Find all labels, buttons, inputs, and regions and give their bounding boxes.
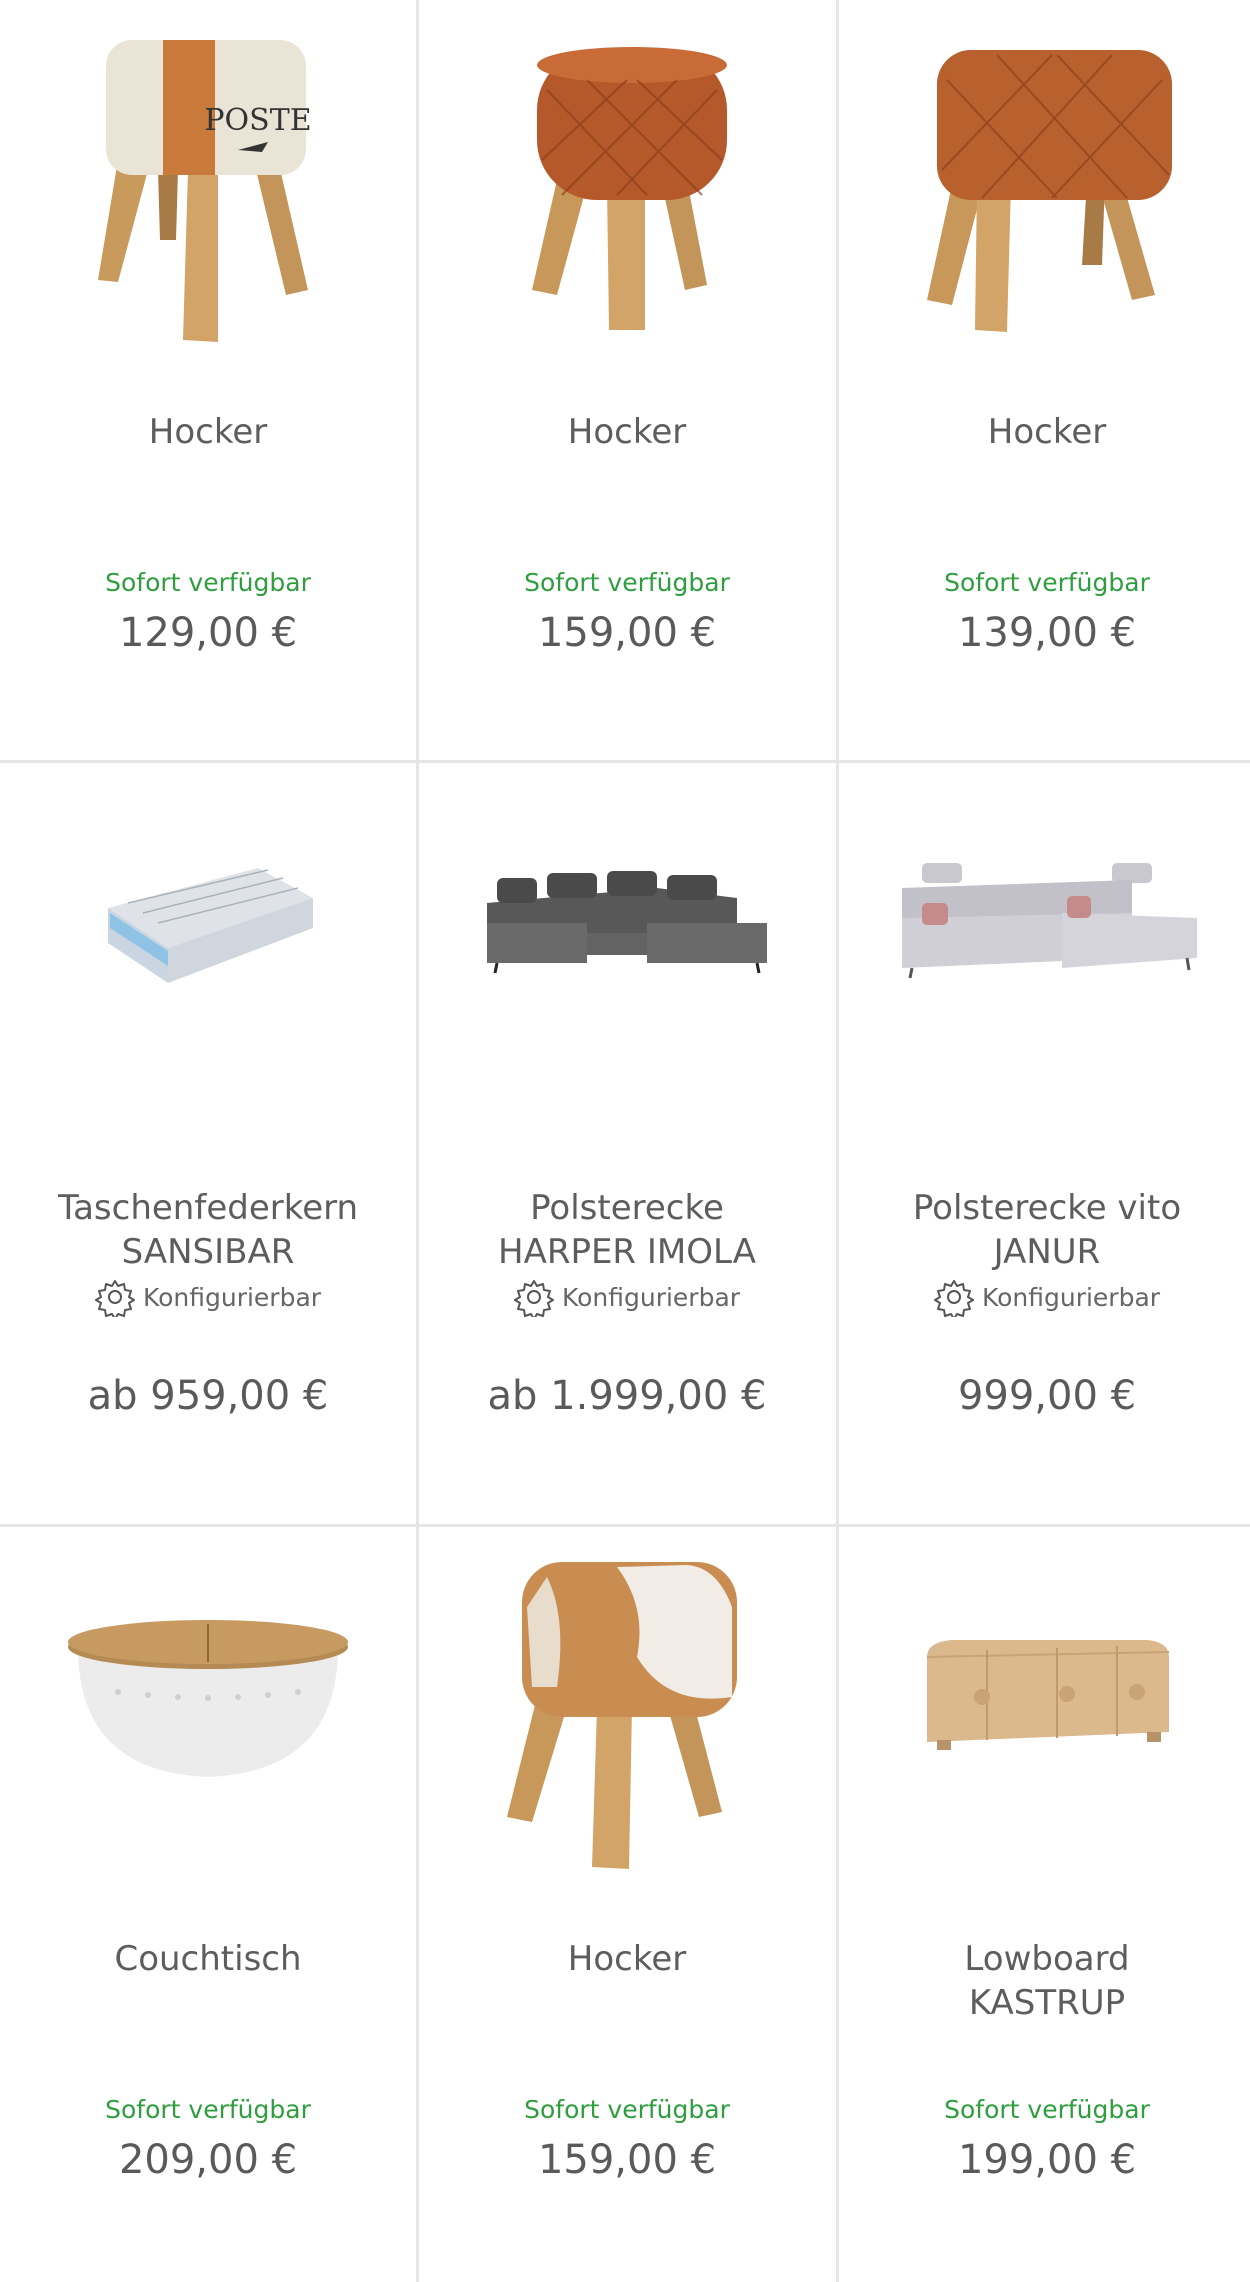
product-name-line2: KASTRUP xyxy=(968,1983,1126,2023)
lowboard-icon xyxy=(926,1640,1170,1750)
product-image[interactable] xyxy=(839,0,1250,380)
product-image[interactable] xyxy=(0,1527,416,1907)
product-card[interactable]: Polsterecke vito JANUR Konfigurierbar 99… xyxy=(839,763,1250,1525)
svg-text:POSTE: POSTE xyxy=(204,103,311,138)
product-image[interactable] xyxy=(0,763,416,1143)
product-card[interactable]: Hocker Sofort verfügbar 139,00 € xyxy=(839,0,1250,762)
availability-status: Sofort verfügbar xyxy=(944,568,1150,597)
product-name-line2: HARPER IMOLA xyxy=(498,1232,756,1272)
product-name[interactable]: Hocker xyxy=(429,410,825,454)
product-name[interactable]: Polsterecke vito JANUR xyxy=(849,1186,1245,1274)
product-name[interactable]: Hocker xyxy=(10,410,406,454)
product-name-line2: JANUR xyxy=(993,1232,1101,1272)
availability-status: Sofort verfügbar xyxy=(105,568,311,597)
availability-status: Sofort verfügbar xyxy=(524,568,730,597)
product-image[interactable] xyxy=(839,763,1250,1143)
product-name-line1: Taschenfederkern xyxy=(57,1188,359,1228)
quilted-bench-stool-icon xyxy=(927,50,1172,332)
availability-status: Sofort verfügbar xyxy=(105,2095,311,2124)
gear-icon xyxy=(933,1280,974,1317)
corner-sofa-dark-icon xyxy=(487,871,767,974)
product-name-line1: Polsterecke vito xyxy=(912,1188,1182,1228)
availability-status: Sofort verfügbar xyxy=(944,2095,1150,2124)
gear-icon xyxy=(513,1280,554,1317)
product-grid: POSTE Hocker Sofort verfügbar 129,00 € H… xyxy=(0,0,1250,2282)
product-name[interactable]: Couchtisch xyxy=(10,1937,406,1981)
product-image[interactable] xyxy=(419,0,835,380)
mattress-icon xyxy=(108,868,313,983)
product-price: 129,00 € xyxy=(118,610,298,656)
product-image[interactable] xyxy=(419,763,835,1143)
product-price: 199,00 € xyxy=(957,2137,1137,2183)
product-image[interactable]: POSTE xyxy=(0,0,416,380)
product-price: 159,00 € xyxy=(537,2137,717,2183)
product-price: ab 959,00 € xyxy=(87,1373,329,1419)
product-price: 209,00 € xyxy=(118,2137,298,2183)
configurable-label: Konfigurierbar xyxy=(142,1282,322,1312)
cowhide-stool-icon xyxy=(507,1562,737,1869)
corner-sofa-light-icon xyxy=(902,863,1197,979)
product-price: 139,00 € xyxy=(957,610,1137,656)
product-card[interactable]: Hocker Sofort verfügbar 159,00 € xyxy=(419,1527,835,2282)
product-price: 999,00 € xyxy=(957,1373,1137,1419)
product-price: ab 1.999,00 € xyxy=(487,1373,767,1419)
product-image[interactable] xyxy=(419,1527,835,1907)
product-card[interactable]: Polsterecke HARPER IMOLA Konfigurierbar … xyxy=(419,763,835,1525)
drum-coffee-table-icon xyxy=(68,1620,348,1777)
configurable-badge: Konfigurierbar xyxy=(839,1277,1250,1317)
product-name[interactable]: Polsterecke HARPER IMOLA xyxy=(429,1186,825,1274)
product-card[interactable]: Hocker Sofort verfügbar 159,00 € xyxy=(419,0,835,762)
availability-status: Sofort verfügbar xyxy=(524,2095,730,2124)
product-name-line1: Lowboard xyxy=(964,1939,1130,1979)
product-card[interactable]: POSTE Hocker Sofort verfügbar 129,00 € xyxy=(0,0,416,762)
leather-stool-poste-icon: POSTE xyxy=(98,40,312,342)
product-name[interactable]: Lowboard KASTRUP xyxy=(849,1937,1245,2025)
product-name[interactable]: Hocker xyxy=(429,1937,825,1981)
product-image[interactable] xyxy=(839,1527,1250,1907)
configurable-badge: Konfigurierbar xyxy=(419,1277,835,1317)
product-name-line1: Polsterecke xyxy=(530,1188,724,1228)
product-card[interactable]: Taschenfederkern SANSIBAR Konfigurierbar… xyxy=(0,763,416,1525)
configurable-label: Konfigurierbar xyxy=(981,1282,1161,1312)
product-name-line2: SANSIBAR xyxy=(121,1232,295,1272)
configurable-label: Konfigurierbar xyxy=(561,1282,741,1312)
round-quilted-stool-icon xyxy=(532,47,727,330)
product-card[interactable]: Lowboard KASTRUP Sofort verfügbar 199,00… xyxy=(839,1527,1250,2282)
product-card[interactable]: Couchtisch Sofort verfügbar 209,00 € xyxy=(0,1527,416,2282)
product-name[interactable]: Taschenfederkern SANSIBAR xyxy=(10,1186,406,1274)
gear-icon xyxy=(94,1280,135,1317)
configurable-badge: Konfigurierbar xyxy=(0,1277,416,1317)
product-name[interactable]: Hocker xyxy=(849,410,1245,454)
product-price: 159,00 € xyxy=(537,610,717,656)
